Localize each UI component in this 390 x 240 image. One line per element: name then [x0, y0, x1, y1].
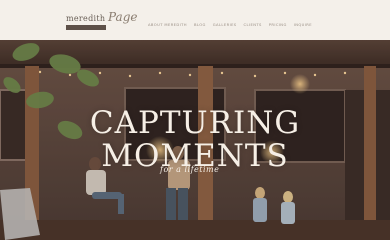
nav-galleries[interactable]: GALLERIES — [213, 23, 237, 27]
hero-title-line-1: CAPTURING — [89, 104, 301, 141]
nav-blog[interactable]: BLOG — [194, 23, 206, 27]
hero-section: CAPTURING MOMENTS for a lifetime — [0, 40, 390, 240]
hero-title: CAPTURING MOMENTS — [0, 104, 390, 173]
main-nav: ABOUT MEREDITH BLOG GALLERIES CLIENTS PR… — [148, 21, 312, 29]
logo-bar — [66, 25, 106, 30]
site-header: meredith Page ABOUT MEREDITH BLOG GALLER… — [0, 0, 390, 40]
nav-pricing[interactable]: PRICING — [269, 23, 287, 27]
logo-script: Page — [108, 10, 138, 24]
hero-script-text: for a lifetime — [160, 165, 220, 174]
nav-clients[interactable]: CLIENTS — [244, 23, 262, 27]
nav-inquire[interactable]: INQUIRE — [294, 23, 312, 27]
nav-about[interactable]: ABOUT MEREDITH — [148, 23, 187, 27]
site-logo[interactable]: meredith Page — [64, 10, 137, 35]
logo-name: meredith — [66, 14, 106, 23]
